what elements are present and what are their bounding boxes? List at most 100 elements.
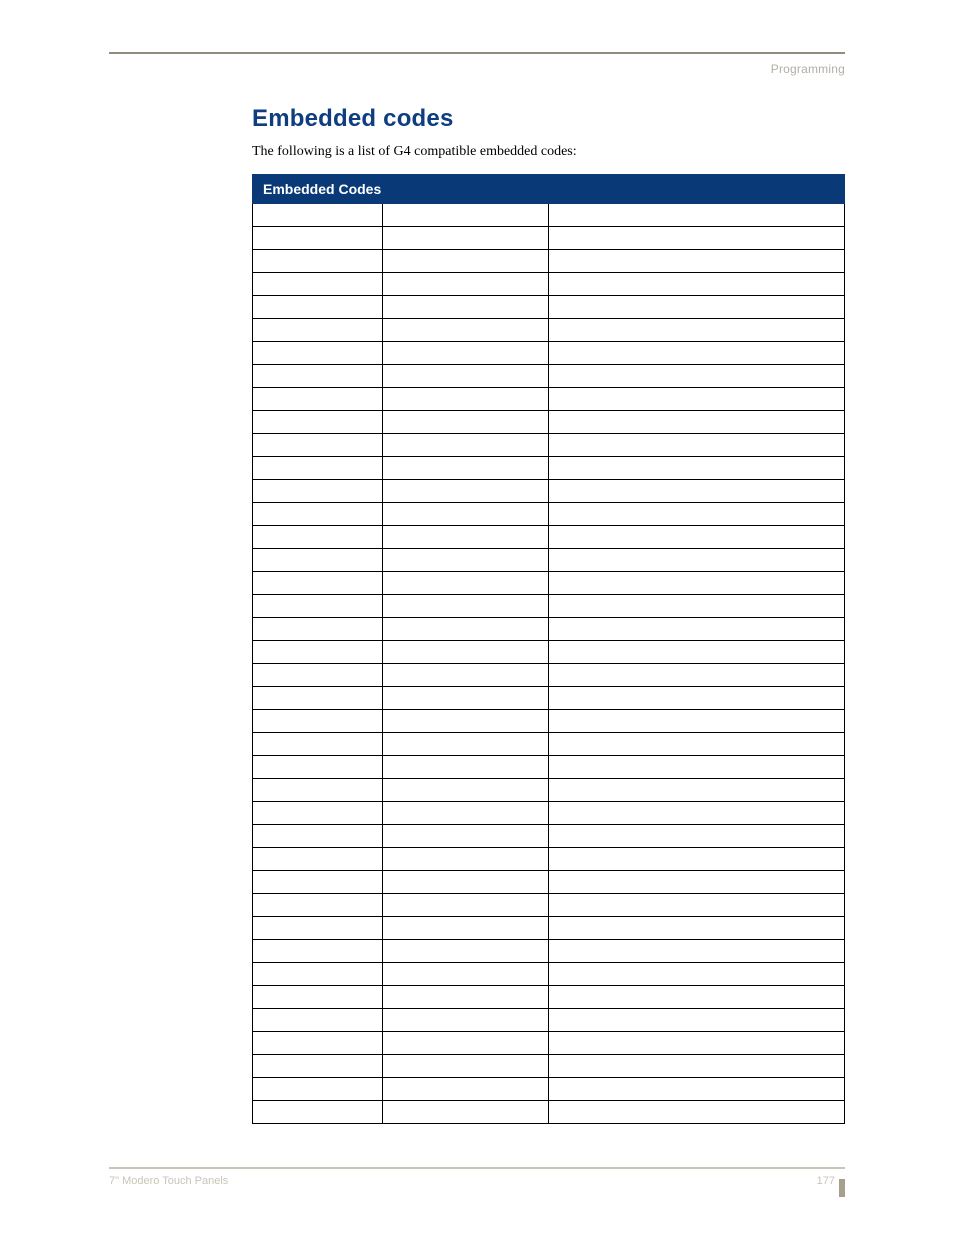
table-cell [253, 249, 383, 272]
table-row [253, 985, 845, 1008]
table-cell [548, 893, 844, 916]
table-row [253, 824, 845, 847]
table-cell [253, 617, 383, 640]
table-cell [253, 640, 383, 663]
table-cell [548, 295, 844, 318]
table-cell [253, 1100, 383, 1123]
table-cell [253, 203, 383, 226]
table-cell [548, 594, 844, 617]
table-cell [253, 778, 383, 801]
page: Programming Embedded codes The following… [0, 0, 954, 1235]
table-row [253, 456, 845, 479]
table-cell [383, 479, 549, 502]
table-cell [253, 295, 383, 318]
table-row [253, 525, 845, 548]
table-cell [383, 1031, 549, 1054]
table-cell [548, 1031, 844, 1054]
table-cell [383, 617, 549, 640]
table-cell [383, 456, 549, 479]
table-cell [253, 272, 383, 295]
table-cell [548, 433, 844, 456]
table-row [253, 962, 845, 985]
table-cell [253, 801, 383, 824]
footer-side-tab [839, 1179, 845, 1197]
table-cell [383, 640, 549, 663]
table-row [253, 1077, 845, 1100]
table-cell [383, 755, 549, 778]
table-row [253, 640, 845, 663]
table-row [253, 686, 845, 709]
table-cell [253, 663, 383, 686]
table-cell [383, 1100, 549, 1123]
table-row [253, 663, 845, 686]
table-row [253, 272, 845, 295]
table-row [253, 479, 845, 502]
table-cell [548, 663, 844, 686]
section-lead: The following is a list of G4 compatible… [252, 143, 845, 162]
table-row [253, 893, 845, 916]
table-cell [383, 870, 549, 893]
table-cell [548, 755, 844, 778]
table-cell [548, 801, 844, 824]
table-cell [253, 1054, 383, 1077]
table-cell [548, 985, 844, 1008]
table-cell [548, 847, 844, 870]
table-row [253, 755, 845, 778]
table-cell [548, 617, 844, 640]
table-row [253, 916, 845, 939]
table-cell [383, 318, 549, 341]
footer-left: 7" Modero Touch Panels [109, 1175, 228, 1187]
table-row [253, 801, 845, 824]
table-cell [383, 893, 549, 916]
table-cell [253, 824, 383, 847]
table-cell [383, 847, 549, 870]
section-title: Embedded codes [252, 105, 845, 133]
table-cell [383, 962, 549, 985]
table-cell [253, 318, 383, 341]
footer-rule [109, 1167, 845, 1169]
table-row [253, 548, 845, 571]
table-cell [253, 548, 383, 571]
table-cell [253, 1077, 383, 1100]
table-cell [548, 1100, 844, 1123]
content-area: Embedded codes The following is a list o… [252, 105, 845, 1124]
table-cell [383, 1054, 549, 1077]
table-cell [253, 594, 383, 617]
table-row [253, 295, 845, 318]
table-cell [383, 778, 549, 801]
table-cell [548, 272, 844, 295]
table-cell [548, 732, 844, 755]
table-row [253, 939, 845, 962]
table-cell [383, 732, 549, 755]
table-cell [383, 341, 549, 364]
table-cell [253, 1008, 383, 1031]
table-row [253, 709, 845, 732]
table-cell [383, 939, 549, 962]
table-cell [548, 1077, 844, 1100]
table-cell [548, 318, 844, 341]
table-cell [548, 939, 844, 962]
table-cell [548, 571, 844, 594]
table-cell [253, 364, 383, 387]
footer: 7" Modero Touch Panels 177 [109, 1167, 845, 1195]
table-row [253, 226, 845, 249]
table-row [253, 433, 845, 456]
table-cell [253, 870, 383, 893]
table-row [253, 1054, 845, 1077]
table-cell [253, 962, 383, 985]
table-row [253, 1100, 845, 1123]
table-cell [253, 456, 383, 479]
table-cell [548, 226, 844, 249]
table-cell [253, 709, 383, 732]
table-cell [548, 870, 844, 893]
table-cell [383, 1077, 549, 1100]
table-cell [253, 732, 383, 755]
table-row [253, 847, 845, 870]
table-row [253, 617, 845, 640]
table-cell [548, 203, 844, 226]
table-cell [383, 594, 549, 617]
table-cell [253, 479, 383, 502]
table-cell [548, 456, 844, 479]
table-cell [383, 364, 549, 387]
table-row [253, 341, 845, 364]
